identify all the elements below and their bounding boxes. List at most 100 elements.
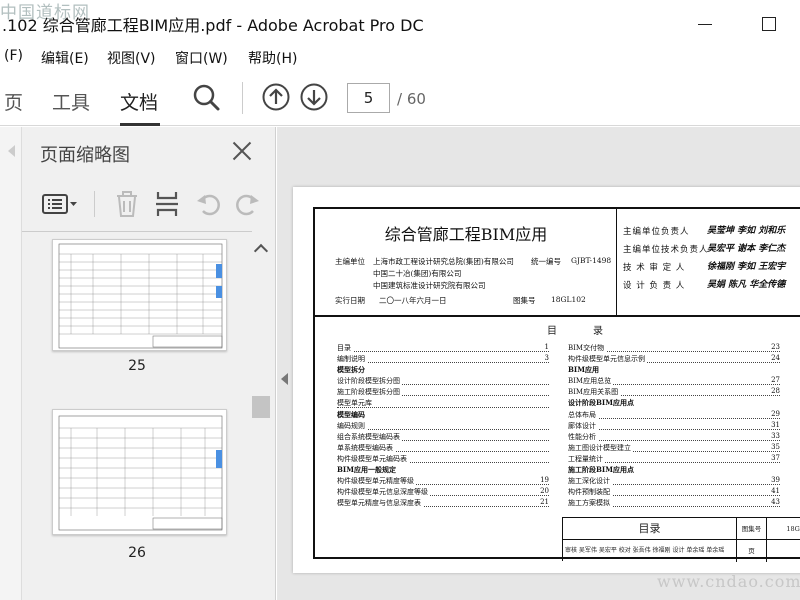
maximize-button[interactable] (754, 10, 784, 38)
toc-entry[interactable]: 模型单元精度与信息深度表 21 (337, 498, 549, 509)
footer-sign-row: 审核 吴军伟 吴宏平 校对 张吾伟 徐福刚 设计 单余瑶 单余瑶 (563, 540, 737, 562)
toc-entry-page: 35 (769, 442, 780, 451)
toc-entry[interactable]: 施工阶段BIM应用点 (568, 465, 780, 476)
toc-entry-title: 构件级模型单元精度等级 (337, 477, 416, 486)
atlas-number: 18GL102 (551, 295, 586, 304)
signature: 徐福刚 李如 王宏宇 (707, 262, 786, 272)
toc-entry[interactable]: 目录 1 (337, 343, 549, 354)
insert-page-icon[interactable] (152, 189, 182, 219)
toc-entry-page: 24 (769, 354, 780, 363)
toc-entry[interactable]: 编制说明 3 (337, 354, 549, 365)
menu-edit[interactable]: 编辑(E) (41, 48, 89, 68)
toc-entry-title: 构件级模型单元信息深度等级 (337, 488, 430, 497)
menu-help[interactable]: 帮助(H) (248, 48, 297, 68)
toc-entry[interactable]: 构件预制装配 41 (568, 487, 780, 498)
collapse-pane-icon[interactable] (281, 373, 288, 385)
expand-arrow-icon[interactable] (8, 145, 15, 157)
delete-icon[interactable] (112, 189, 142, 219)
signature: 吴莹坤 李如 刘和乐 (707, 226, 786, 236)
page-thumbnail[interactable] (52, 409, 227, 535)
navigation-strip (0, 127, 22, 600)
toc-entry-title: BIM应用一般规定 (337, 465, 398, 475)
toc-entry-title: 编码规则 (337, 421, 367, 430)
toc-entry-title: 模型单元库 (337, 399, 374, 408)
signature: 吴娟 陈凡 华全传德 (707, 280, 786, 290)
page-thumbnail[interactable] (52, 239, 227, 351)
toc-entry[interactable]: 总体布局 29 (568, 409, 780, 421)
title-bar: 中国道标网 .102 综合管廊工程BIM应用.pdf - Adobe Acrob… (0, 0, 800, 44)
toc-entry[interactable]: 构件级模型单元精度等级 19 (337, 476, 549, 487)
toc-entry[interactable]: 工程量统计 37 (568, 453, 780, 465)
toc-entry[interactable]: 编码规则 (337, 421, 549, 432)
tab-document[interactable]: 文档 (120, 88, 158, 115)
toc-entry[interactable]: 模型单元库 (337, 398, 549, 409)
toc-entry-title: 总体布局 (568, 410, 598, 419)
menu-view[interactable]: 视图(V) (107, 48, 156, 68)
responsible-role: 主编单位技术负责人 (623, 245, 709, 255)
drawing-frame: 综合管廊工程BIM应用 主编单位 上海市政工程设计研究总院(集团)有限公司 统一… (313, 207, 800, 562)
org-2: 中国二十冶(集团)有限公司 (373, 269, 462, 278)
thumbnail-preview-image (58, 415, 223, 531)
page-number-input[interactable]: 5 (347, 83, 390, 113)
toc-entry[interactable]: BIM应用总览 27 (568, 376, 780, 387)
toc-entry-title: 施工阶段模型拆分图 (337, 388, 402, 397)
prev-page-icon[interactable] (261, 82, 291, 112)
toc-entry[interactable]: 廊体设计 31 (568, 420, 780, 432)
toc-entry-title: 目录 (337, 344, 353, 352)
footer-page-label: 页 (737, 540, 767, 562)
scroll-up-icon[interactable] (253, 243, 269, 259)
close-pane-button[interactable] (229, 138, 255, 164)
toc-entry[interactable]: 构件级模型单元信息示例 24 (568, 354, 780, 365)
toc-entry[interactable]: 设计阶段模型拆分图 (337, 376, 549, 387)
rotate-left-icon[interactable] (194, 189, 224, 219)
toc-leader-dots (568, 417, 780, 419)
toc-entry-page: 23 (769, 343, 780, 351)
toc-entry[interactable]: 施工图设计模型建立 35 (568, 442, 780, 454)
footer-title: 目录 (563, 518, 737, 540)
menu-file[interactable]: (F) (4, 48, 23, 64)
toc-entry-title: 施工阶段BIM应用点 (568, 465, 636, 475)
document-view: 综合管廊工程BIM应用 主编单位 上海市政工程设计研究总院(集团)有限公司 统一… (277, 127, 800, 600)
search-icon[interactable] (191, 82, 221, 112)
toc-entry[interactable]: 设计阶段BIM应用点 (568, 398, 780, 409)
responsible-role: 设 计 负 责 人 (623, 281, 686, 291)
scrollbar-thumb[interactable] (252, 396, 270, 418)
toc-entry-page: 28 (769, 387, 780, 396)
menu-window[interactable]: 窗口(W) (175, 48, 228, 68)
toc-entry[interactable]: 组合系统模型编码表 (337, 432, 549, 443)
window-title: .102 综合管廊工程BIM应用.pdf - Adobe Acrobat Pro… (2, 16, 424, 35)
date-label: 实行日期 (335, 296, 365, 305)
toc-entry-page: 39 (769, 476, 780, 485)
toc-leader-dots (337, 351, 549, 353)
next-page-icon[interactable] (299, 82, 329, 112)
toc-entry[interactable]: 模型编码 (337, 409, 549, 421)
rotate-right-icon[interactable] (232, 189, 262, 219)
minimize-button[interactable] (690, 10, 720, 38)
pane-toolbar (22, 185, 276, 225)
options-menu-icon[interactable] (40, 189, 80, 219)
thumbnail-preview-image (58, 243, 223, 349)
toc-leader-dots (337, 428, 549, 430)
toc-entry[interactable]: BIM应用关系图 28 (568, 387, 780, 398)
toc-leader-dots (568, 439, 780, 441)
toc-entry[interactable]: 施工阶段模型拆分图 (337, 387, 549, 398)
toc-entry-title: 施工图设计模型建立 (568, 443, 633, 452)
toc-entry[interactable]: 构件级模型单元信息深度等级 20 (337, 487, 549, 498)
toc-entry[interactable]: 施工深化设计 39 (568, 476, 780, 487)
toc-entry[interactable]: 构件级模型单元编码表 (337, 454, 549, 465)
toc-entry[interactable]: BIM应用 (568, 365, 780, 376)
toc-entry[interactable]: BIM交付物 23 (568, 343, 780, 354)
serial-label: 统一编号 (531, 257, 561, 266)
toc-entry-title: 构件级模型单元信息示例 (568, 355, 647, 364)
tab-tools[interactable]: 工具 (52, 88, 90, 115)
toc-entry[interactable]: BIM应用一般规定 (337, 465, 549, 476)
thumbnail-scrollbar[interactable] (250, 232, 274, 600)
toc-entry[interactable]: 模型拆分 (337, 365, 549, 376)
toc-entry-page: 29 (769, 409, 780, 418)
toc-entry-page: 33 (769, 431, 780, 440)
toc-entry[interactable]: 性能分析 33 (568, 431, 780, 443)
tab-home[interactable]: 页 (4, 88, 23, 115)
toc-entry-title: BIM应用总览 (568, 377, 614, 386)
toc-entry[interactable]: 单系统模型编码表 (337, 443, 549, 454)
toc-entry[interactable]: 施工方案模拟 43 (568, 498, 780, 509)
